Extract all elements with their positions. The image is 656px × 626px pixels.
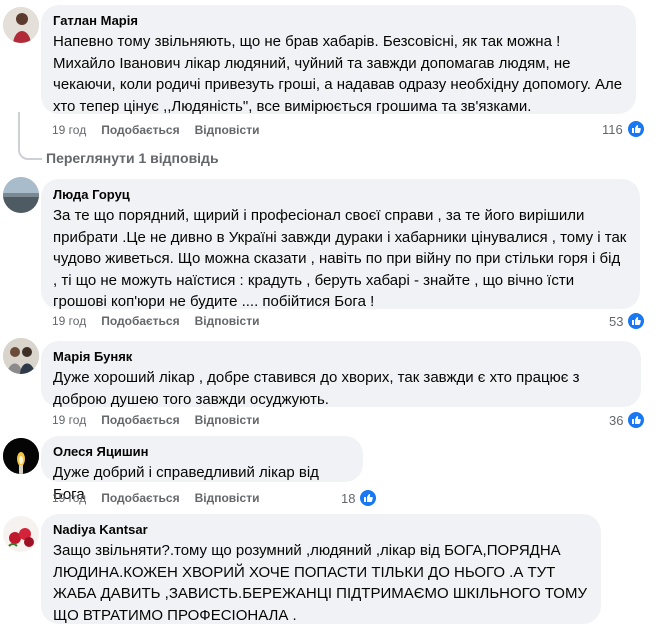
comment-author[interactable]: Марія Буняк	[53, 349, 629, 365]
reaction-summary[interactable]: 116	[602, 119, 646, 139]
comment-actions: 19 год Подобається Відповісти	[52, 412, 259, 428]
reaction-summary[interactable]: 53	[609, 311, 647, 331]
comment-author[interactable]: Гатлан Марія	[53, 13, 624, 29]
reaction-count: 18	[341, 490, 356, 506]
comment-bubble: Люда Горуц За те що порядний, щирий і пр…	[41, 179, 640, 310]
comment-actions: 19 год Подобається Відповісти	[52, 490, 259, 506]
comment-bubble: Nadiya Kantsar Защо звільняти?.тому що р…	[41, 514, 601, 624]
comment-bubble: Олеся Яцишин Дуже добрий і справедливий …	[41, 436, 363, 503]
avatar-image	[3, 516, 39, 552]
avatar-image	[3, 7, 39, 43]
like-button[interactable]: Подобається	[101, 490, 179, 506]
view-replies-link[interactable]: Переглянути 1 відповідь	[46, 150, 219, 166]
comment-time[interactable]: 19 год	[52, 122, 86, 138]
thumbs-up-icon	[626, 311, 647, 331]
reaction-count: 36	[609, 412, 624, 428]
comment-bubble: Марія Буняк Дуже хороший лікар , добре с…	[41, 341, 641, 408]
comment-text: Дуже хороший лікар , добре ставився до х…	[53, 369, 580, 408]
avatar[interactable]	[3, 177, 39, 213]
comment-time[interactable]: 19 год	[52, 490, 86, 506]
reaction-count: 116	[602, 121, 623, 137]
reply-button[interactable]: Відповісти	[195, 490, 260, 506]
reply-thread-line	[18, 112, 42, 160]
reaction-summary[interactable]: 18	[341, 488, 379, 508]
reply-button[interactable]: Відповісти	[195, 313, 260, 329]
avatar-image	[3, 177, 39, 213]
comment-author[interactable]: Nadiya Kantsar	[53, 522, 589, 538]
reply-button[interactable]: Відповісти	[195, 122, 260, 138]
reply-button[interactable]: Відповісти	[195, 412, 260, 428]
comment-author[interactable]: Олеся Яцишин	[53, 444, 351, 460]
comment-actions: 19 год Подобається Відповісти	[52, 122, 259, 138]
reaction-count: 53	[609, 313, 624, 329]
comment-author[interactable]: Люда Горуц	[53, 187, 628, 203]
comment-actions: 19 год Подобається Відповісти	[52, 313, 259, 329]
like-button[interactable]: Подобається	[101, 313, 179, 329]
comment-text: За те що порядний, щирий і професіонал с…	[53, 207, 627, 310]
avatar-image	[3, 338, 39, 374]
avatar[interactable]	[3, 7, 39, 43]
avatar[interactable]	[3, 338, 39, 374]
comment-bubble: Гатлан Марія Напевно тому звільняють, що…	[41, 5, 636, 115]
comment-text: Защо звільняти?.тому що розумний ,людяни…	[53, 542, 587, 624]
comment-time[interactable]: 19 год	[52, 412, 86, 428]
thumbs-up-icon	[625, 119, 646, 139]
like-button[interactable]: Подобається	[101, 412, 179, 428]
reaction-summary[interactable]: 36	[609, 410, 647, 430]
avatar[interactable]	[3, 438, 39, 474]
thumbs-up-icon	[626, 410, 647, 430]
avatar-image	[3, 438, 39, 474]
avatar[interactable]	[3, 516, 39, 552]
like-button[interactable]: Подобається	[101, 122, 179, 138]
comment-time[interactable]: 19 год	[52, 313, 86, 329]
comment-text: Напевно тому звільняють, що не брав хаба…	[53, 33, 623, 115]
thumbs-up-icon	[358, 488, 379, 508]
